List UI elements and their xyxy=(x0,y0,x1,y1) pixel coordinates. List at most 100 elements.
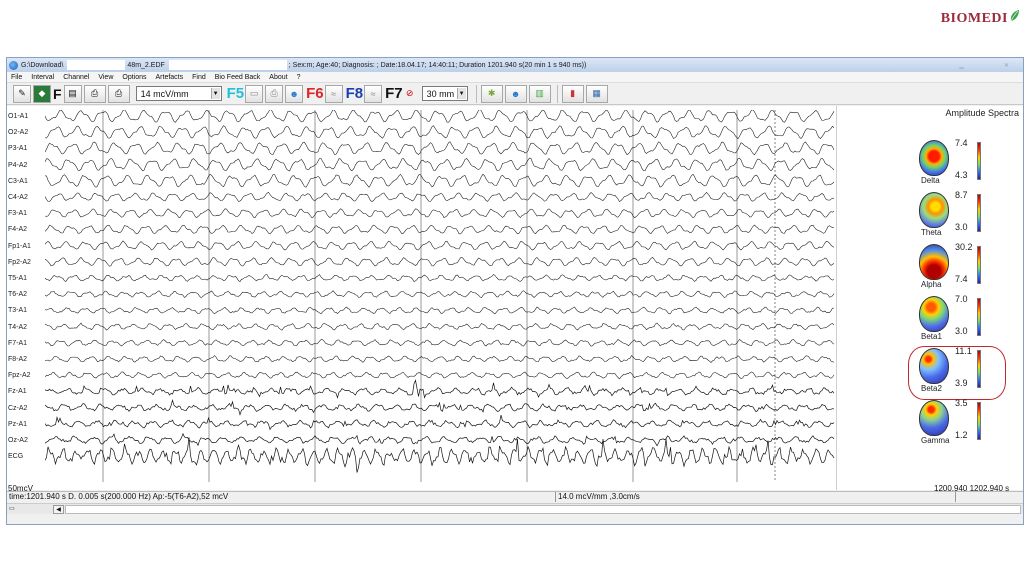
head-map-icon xyxy=(919,192,949,228)
stop-button[interactable]: ⊘ xyxy=(404,85,416,103)
channel-label[interactable]: T4-A2 xyxy=(8,324,27,332)
band-map-alpha[interactable]: 30.2 7.4 Alpha xyxy=(919,242,999,294)
menu-item-file[interactable]: File xyxy=(11,74,22,81)
channel-label[interactable]: Cz-A2 xyxy=(8,405,27,413)
band-name: Alpha xyxy=(921,280,942,289)
spectrum-button[interactable]: ☻ xyxy=(285,84,304,103)
bars-button[interactable]: ▮ xyxy=(561,84,584,103)
eeg-trace xyxy=(45,399,835,416)
channel-label[interactable]: Fpz-A2 xyxy=(8,372,31,380)
speed-select[interactable]: 30 mm ▼ xyxy=(421,86,468,101)
channel-label[interactable]: ECG xyxy=(8,453,23,461)
interval-3-button[interactable]: ≈ xyxy=(324,84,343,103)
app-icon xyxy=(9,60,18,70)
eeg-trace xyxy=(45,224,835,235)
band-map-beta1[interactable]: 7.0 3.0 Beta1 xyxy=(919,294,999,346)
channel-label[interactable]: F8-A2 xyxy=(8,356,27,364)
band-max-value: 7.4 xyxy=(955,138,968,148)
band-map-beta2[interactable]: 11.1 3.9 Beta2 xyxy=(919,346,999,398)
channel-label[interactable]: Oz-A2 xyxy=(8,437,28,445)
menu-item-artefacts[interactable]: Artefacts xyxy=(156,74,184,81)
channel-label[interactable]: Fp1-A1 xyxy=(8,243,31,251)
eeg-trace xyxy=(45,371,835,380)
minimize-icon[interactable]: ▁ xyxy=(959,62,964,69)
title-bar: G:\Download\ 48m_2.EDF ; Sex:m; Age:40; … xyxy=(7,58,1023,72)
print-setup-button[interactable]: ⎙ xyxy=(107,84,130,103)
band-name: Theta xyxy=(921,228,942,237)
f6-button[interactable]: F6 xyxy=(306,85,324,102)
band-min-value: 3.9 xyxy=(955,378,968,388)
head-icon: ☻ xyxy=(289,88,299,99)
montage-button[interactable]: ◆ xyxy=(33,84,51,103)
menu-bar: File Interval Channel View Options Artefacts F… xyxy=(7,72,1023,83)
menu-item-bio-feed-back[interactable]: Bio Feed Back xyxy=(215,74,261,81)
toolbar-separator xyxy=(556,84,558,103)
band-map-gamma[interactable]: 3.5 1.2 Gamma xyxy=(919,398,999,450)
channel-label[interactable]: F4-A2 xyxy=(8,226,27,234)
f5-button[interactable]: F5 xyxy=(227,85,245,102)
band-min-value: 7.4 xyxy=(955,274,968,284)
mapping-button[interactable]: ☻ xyxy=(504,84,527,103)
menu-item-options[interactable]: Options xyxy=(122,74,146,81)
eeg-trace xyxy=(45,110,835,123)
channel-label[interactable]: O1-A1 xyxy=(8,113,28,121)
scroll-track[interactable] xyxy=(65,505,1021,514)
montage-icon: ◆ xyxy=(38,88,46,98)
channel-label[interactable]: T6-A2 xyxy=(8,291,27,299)
channel-label[interactable]: T3-A1 xyxy=(8,307,27,315)
print-button[interactable]: ⎙ xyxy=(83,84,106,103)
chevron-left-icon: ◀ xyxy=(56,507,61,513)
channel-label[interactable]: F3-A1 xyxy=(8,210,27,218)
toolbar: ✎ ◆ F ▤ ⎙ ⎙ 14 mcV/mm ▼ F5 ▭ ⎙ ☻ F6 ≈ F8… xyxy=(7,83,1023,105)
time-scrollbar[interactable]: ▭ ◀ xyxy=(7,503,1023,514)
channel-label[interactable]: Fp2-A2 xyxy=(8,259,31,267)
spectra-button[interactable]: ▥ xyxy=(528,84,551,103)
close-icon[interactable]: ✕ xyxy=(1004,62,1009,69)
band-map-delta[interactable]: 7.4 4.3 Delta xyxy=(919,138,999,190)
channel-label[interactable]: P4-A2 xyxy=(8,162,27,170)
f7-button[interactable]: F7 xyxy=(385,85,403,102)
channel-label[interactable]: Fz-A1 xyxy=(8,388,27,396)
channel-label[interactable]: F7-A1 xyxy=(8,340,27,348)
eeg-trace xyxy=(45,355,835,363)
channel-label[interactable]: C3-A1 xyxy=(8,178,28,186)
head-map-icon xyxy=(919,244,949,280)
eeg-trace xyxy=(45,437,835,473)
font-button[interactable]: F xyxy=(53,86,62,102)
open-file-button[interactable]: ✎ xyxy=(13,84,31,103)
channel-label[interactable]: T5-A1 xyxy=(8,275,27,283)
scroll-home-icon[interactable]: ▭ xyxy=(9,505,15,512)
window-controls[interactable]: ▁ ✕ xyxy=(959,62,1023,69)
menu-item-channel[interactable]: Channel xyxy=(63,74,89,81)
channel-label[interactable]: P3-A1 xyxy=(8,145,27,153)
menu-item-help[interactable]: ? xyxy=(297,74,301,81)
exit-button[interactable]: ▦ xyxy=(585,84,608,103)
reports-button[interactable]: ▤ xyxy=(63,84,82,103)
color-scale-bar xyxy=(977,298,981,336)
channel-label[interactable]: O2-A2 xyxy=(8,129,28,137)
menu-item-view[interactable]: View xyxy=(98,74,113,81)
artefacts-button[interactable]: ✱ xyxy=(480,84,503,103)
interval-2-button[interactable]: ⎙ xyxy=(265,84,284,103)
map-icon: ☻ xyxy=(510,88,521,99)
interval-button[interactable]: ▭ xyxy=(245,84,264,103)
eeg-traces[interactable] xyxy=(45,110,835,482)
menu-item-interval[interactable]: Interval xyxy=(31,74,54,81)
channel-label[interactable]: C4-A2 xyxy=(8,194,28,202)
sensitivity-select[interactable]: 14 mcV/mm ▼ xyxy=(135,86,222,101)
eeg-trace xyxy=(45,379,835,399)
eeg-view: O1-A1 O2-A2 P3-A1 P4-A2 C3-A1 C4-A2 F3-A1 F4-A2… xyxy=(7,106,1023,493)
band-min-value: 1.2 xyxy=(955,430,968,440)
eeg-trace xyxy=(45,141,835,156)
channel-label[interactable]: Pz-A1 xyxy=(8,421,27,429)
scroll-left-button[interactable]: ◀ xyxy=(53,505,64,514)
wave-icon: ≈ xyxy=(331,88,337,99)
exit-icon: ▦ xyxy=(592,88,601,98)
band-map-theta[interactable]: 8.7 3.0 Theta xyxy=(919,190,999,242)
menu-item-find[interactable]: Find xyxy=(192,74,206,81)
head-map-icon xyxy=(919,296,949,332)
f8-button[interactable]: F8 xyxy=(346,85,364,102)
menu-item-about[interactable]: About xyxy=(269,74,287,81)
color-scale-bar xyxy=(977,246,981,284)
interval-4-button[interactable]: ≈ xyxy=(364,84,383,103)
